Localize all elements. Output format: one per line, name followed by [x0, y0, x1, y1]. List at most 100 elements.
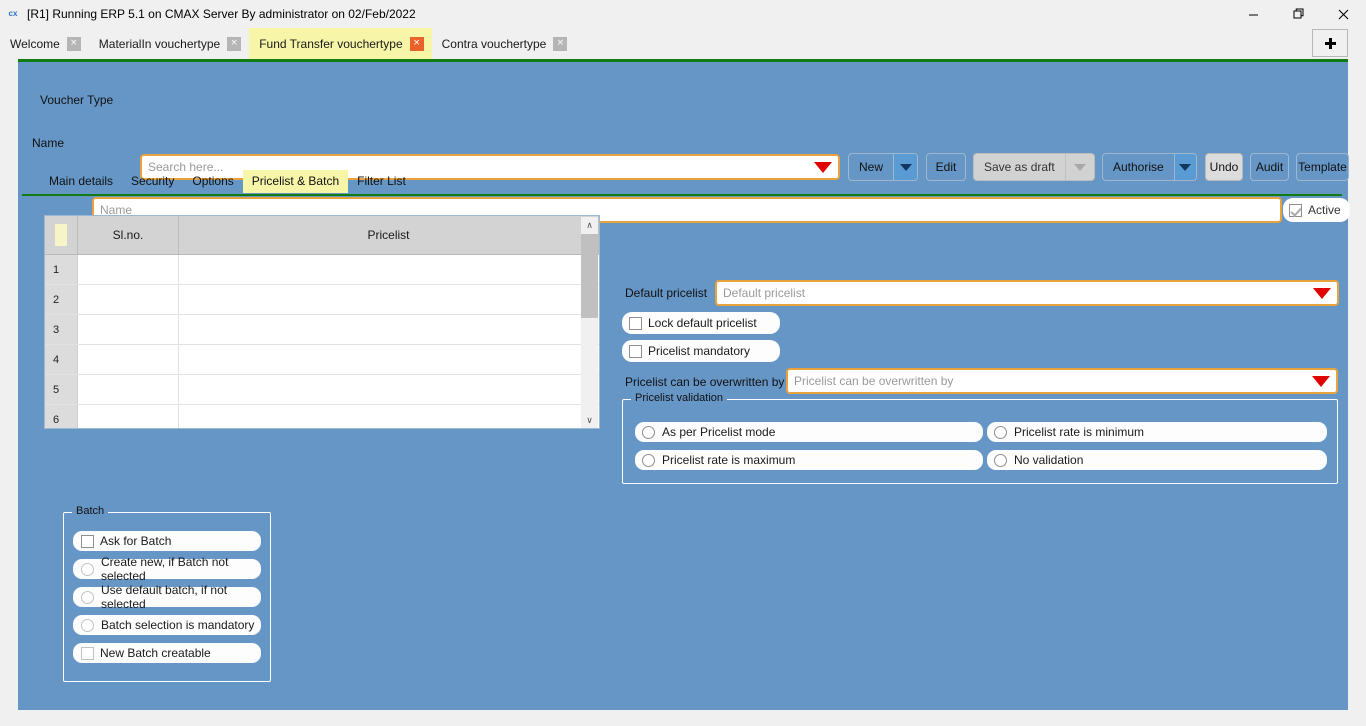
grid-header-pricelist[interactable]: Pricelist: [179, 216, 599, 254]
default-pricelist-label: Default pricelist: [625, 286, 707, 300]
table-row[interactable]: 6: [45, 405, 599, 429]
grid-corner-marker: [55, 224, 67, 246]
tab-close-icon[interactable]: ×: [227, 37, 241, 51]
tab-materialin-vouchertype[interactable]: MaterialIn vouchertype ×: [89, 28, 249, 59]
chevron-down-icon[interactable]: [1312, 376, 1330, 387]
scroll-up-icon[interactable]: ∧: [581, 217, 598, 234]
cell-pricelist[interactable]: [179, 405, 599, 429]
overwritten-by-placeholder: Pricelist can be overwritten by: [794, 374, 953, 388]
tab-security[interactable]: Security: [122, 170, 183, 193]
table-row[interactable]: 3: [45, 315, 599, 345]
grid-body: 1 2 3 4 5: [45, 255, 599, 429]
voucher-type-label: Voucher Type: [40, 93, 113, 107]
row-number: 3: [45, 315, 78, 344]
radio-label: As per Pricelist mode: [662, 425, 775, 439]
section-tab-divider: [22, 194, 1342, 196]
cell-pricelist[interactable]: [179, 315, 599, 344]
cell-pricelist[interactable]: [179, 285, 599, 314]
tab-welcome[interactable]: Welcome ×: [0, 28, 89, 59]
tab-filter-list[interactable]: Filter List: [348, 170, 415, 193]
radio-icon: [642, 454, 655, 467]
scrollbar-track[interactable]: [581, 234, 598, 412]
section-tab-nav: Main details Security Options Pricelist …: [18, 170, 1348, 197]
active-checkbox[interactable]: Active: [1283, 198, 1350, 222]
grid-corner-cell[interactable]: [45, 216, 78, 254]
pricelist-mandatory-label: Pricelist mandatory: [648, 344, 750, 358]
scroll-down-icon[interactable]: ∨: [581, 412, 598, 429]
row-number: 5: [45, 375, 78, 404]
radio-label: Pricelist rate is minimum: [1014, 425, 1144, 439]
table-row[interactable]: 2: [45, 285, 599, 315]
cell-pricelist[interactable]: [179, 375, 599, 404]
default-pricelist-placeholder: Default pricelist: [723, 286, 805, 300]
cell-slno[interactable]: [78, 405, 179, 429]
overwritten-by-input[interactable]: Pricelist can be overwritten by: [786, 368, 1338, 394]
maximize-icon[interactable]: [1276, 0, 1321, 28]
batch-group-title: Batch: [72, 505, 108, 517]
tab-close-icon[interactable]: ×: [553, 37, 567, 51]
radio-icon: [642, 426, 655, 439]
window-title: [R1] Running ERP 5.1 on CMAX Server By a…: [27, 7, 416, 21]
ask-for-batch-checkbox[interactable]: Ask for Batch: [73, 531, 261, 551]
cell-slno[interactable]: [78, 285, 179, 314]
radio-icon: [994, 454, 1007, 467]
new-batch-creatable-label: New Batch creatable: [100, 646, 211, 660]
grid-header-slno[interactable]: Sl.no.: [78, 216, 179, 254]
radio-use-default-batch[interactable]: Use default batch, if not selected: [73, 587, 261, 607]
scrollbar-thumb[interactable]: [581, 234, 598, 318]
cell-slno[interactable]: [78, 255, 179, 284]
tab-options[interactable]: Options: [183, 170, 242, 193]
tab-label: Contra vouchertype: [442, 37, 547, 51]
radio-as-per-pricelist-mode[interactable]: As per Pricelist mode: [635, 422, 983, 442]
pricelist-grid: Sl.no. Pricelist 1 2 3 4: [44, 215, 600, 429]
app-icon: cx: [5, 7, 21, 21]
tab-close-icon[interactable]: ×: [410, 37, 424, 51]
use-default-batch-label: Use default batch, if not selected: [101, 583, 261, 611]
radio-batch-selection-mandatory[interactable]: Batch selection is mandatory: [73, 615, 261, 635]
table-row[interactable]: 5: [45, 375, 599, 405]
table-row[interactable]: 4: [45, 345, 599, 375]
cell-slno[interactable]: [78, 345, 179, 374]
radio-pricelist-rate-minimum[interactable]: Pricelist rate is minimum: [987, 422, 1327, 442]
chevron-down-icon[interactable]: [1313, 288, 1331, 299]
radio-no-validation[interactable]: No validation: [987, 450, 1327, 470]
radio-icon: [81, 563, 94, 576]
lock-default-pricelist-label: Lock default pricelist: [648, 316, 757, 330]
checkbox-icon: [1289, 204, 1302, 217]
tab-fund-transfer-vouchertype[interactable]: Fund Transfer vouchertype ×: [249, 28, 431, 59]
cell-slno[interactable]: [78, 375, 179, 404]
tab-label: Welcome: [10, 37, 60, 51]
radio-create-new-if-batch-not-selected[interactable]: Create new, if Batch not selected: [73, 559, 261, 579]
radio-pricelist-rate-maximum[interactable]: Pricelist rate is maximum: [635, 450, 983, 470]
tab-close-icon[interactable]: ×: [67, 37, 81, 51]
grid-header-row: Sl.no. Pricelist: [45, 216, 599, 255]
tab-pricelist-batch[interactable]: Pricelist & Batch: [243, 170, 348, 193]
overwritten-by-label: Pricelist can be overwritten by: [625, 375, 784, 389]
document-tab-bar: Welcome × MaterialIn vouchertype × Fund …: [0, 28, 1366, 59]
radio-label: Pricelist rate is maximum: [662, 453, 795, 467]
checkbox-icon: [81, 647, 94, 660]
pricelist-mandatory-checkbox[interactable]: Pricelist mandatory: [622, 340, 780, 362]
lock-default-pricelist-checkbox[interactable]: Lock default pricelist: [622, 312, 780, 334]
row-number: 2: [45, 285, 78, 314]
form-canvas: Voucher Type Search here... Name Name Ne…: [18, 62, 1348, 710]
title-bar: cx [R1] Running ERP 5.1 on CMAX Server B…: [0, 0, 1366, 28]
new-tab-button[interactable]: [1312, 29, 1348, 57]
cell-pricelist[interactable]: [179, 255, 599, 284]
table-row[interactable]: 1: [45, 255, 599, 285]
pricelist-validation-group: Pricelist validation As per Pricelist mo…: [622, 399, 1338, 484]
cell-pricelist[interactable]: [179, 345, 599, 374]
tab-contra-vouchertype[interactable]: Contra vouchertype ×: [432, 28, 576, 59]
active-label: Active: [1308, 203, 1341, 217]
tab-main-details[interactable]: Main details: [40, 170, 122, 193]
minimize-icon[interactable]: [1231, 0, 1276, 28]
row-number: 4: [45, 345, 78, 374]
grid-scrollbar[interactable]: ∧ ∨: [581, 217, 598, 429]
new-batch-creatable-checkbox[interactable]: New Batch creatable: [73, 643, 261, 663]
close-icon[interactable]: [1321, 0, 1366, 28]
cell-slno[interactable]: [78, 315, 179, 344]
radio-icon: [994, 426, 1007, 439]
tab-label: MaterialIn vouchertype: [99, 37, 220, 51]
default-pricelist-input[interactable]: Default pricelist: [715, 280, 1339, 306]
ask-for-batch-label: Ask for Batch: [100, 534, 171, 548]
